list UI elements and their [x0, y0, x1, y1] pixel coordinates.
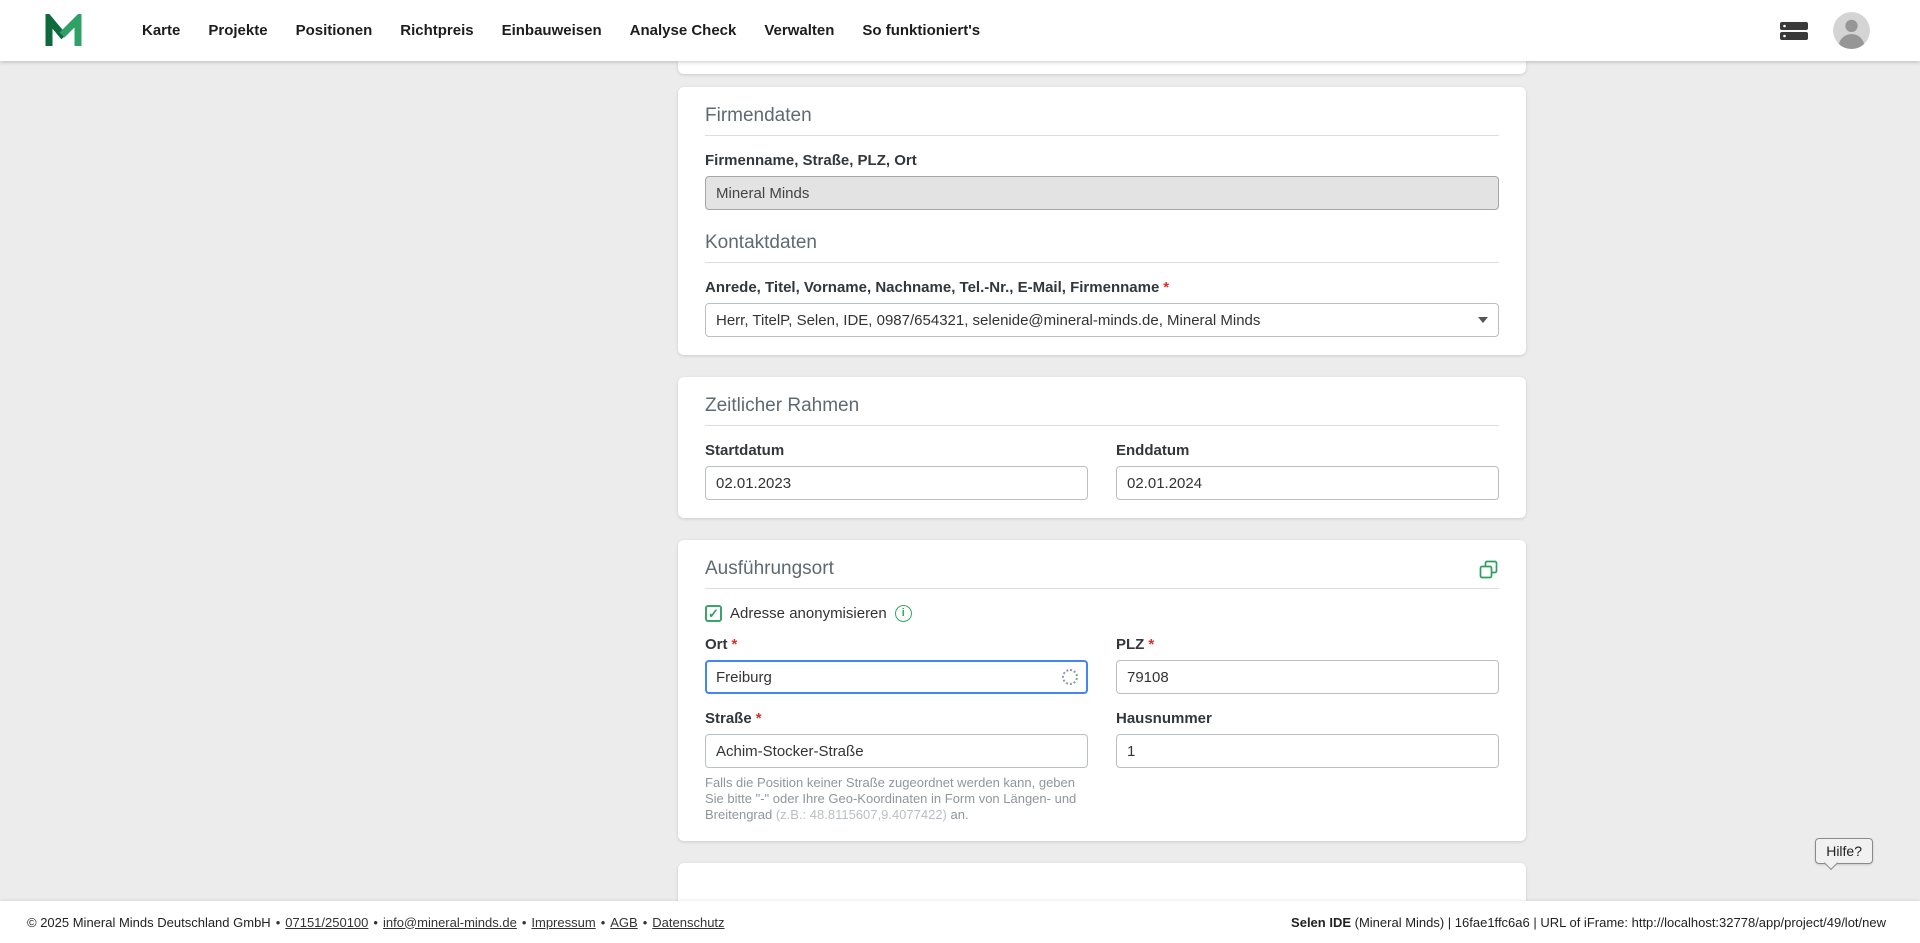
company-field: Firmenname, Straße, PLZ, Ort [705, 152, 1499, 210]
hausnummer-label-text: Hausnummer [1116, 710, 1212, 727]
footer-link-agb[interactable]: AGB [610, 915, 637, 930]
anonymize-label: Adresse anonymisieren [730, 605, 887, 622]
logo-m-icon [44, 14, 84, 48]
nav-item-einbauweisen[interactable]: Einbauweisen [502, 22, 602, 39]
zeitlicher-rahmen-title: Zeitlicher Rahmen [705, 395, 1499, 426]
plz-input[interactable] [1116, 660, 1499, 694]
strasse-hausnummer-row: Straße* Falls die Position keiner Straße… [705, 710, 1499, 823]
nav-item-projekte[interactable]: Projekte [208, 22, 267, 39]
separator-dot: • [601, 915, 606, 930]
ort-field: Ort* [705, 636, 1088, 694]
footer-right: Selen IDE (Mineral Minds) | 16fae1ffc6a6… [1291, 915, 1886, 930]
person-icon [1833, 12, 1870, 49]
hint-example: (z.B.: 48.8115607,9.4077422) [776, 807, 947, 822]
ort-label: Ort* [705, 636, 1088, 653]
separator-dot: • [522, 915, 527, 930]
ausfuehrungsort-title: Ausführungsort [705, 558, 834, 580]
app-logo[interactable] [44, 12, 86, 50]
main-nav: Karte Projekte Positionen Richtpreis Ein… [142, 22, 980, 39]
firmendaten-title: Firmendaten [705, 105, 1499, 136]
footer-link-email[interactable]: info@mineral-minds.de [383, 915, 517, 930]
startdatum-input[interactable] [705, 466, 1088, 500]
hausnummer-field: Hausnummer [1116, 710, 1499, 823]
strasse-field: Straße* Falls die Position keiner Straße… [705, 710, 1088, 823]
card-firmendaten: Firmendaten Firmenname, Straße, PLZ, Ort… [678, 87, 1526, 355]
ort-label-text: Ort [705, 636, 728, 653]
date-row: Startdatum Enddatum [705, 442, 1499, 500]
hausnummer-input[interactable] [1116, 734, 1499, 768]
chevron-down-icon [1478, 317, 1488, 323]
main-content: Firmendaten Firmenname, Straße, PLZ, Ort… [678, 61, 1526, 907]
ide-label: Selen IDE [1291, 915, 1351, 930]
nav-item-analyse-check[interactable]: Analyse Check [630, 22, 737, 39]
hausnummer-label: Hausnummer [1116, 710, 1499, 727]
separator-dot: • [643, 915, 648, 930]
footer-link-datenschutz[interactable]: Datenschutz [652, 915, 724, 930]
nav-item-richtpreis[interactable]: Richtpreis [400, 22, 473, 39]
ausfuehrungsort-title-row: Ausführungsort [705, 558, 1499, 589]
card-zeitlicher-rahmen: Zeitlicher Rahmen Startdatum Enddatum [678, 377, 1526, 518]
copyright-text: © 2025 Mineral Minds Deutschland GmbH [27, 915, 271, 930]
separator-dot: • [276, 915, 281, 930]
startdatum-label: Startdatum [705, 442, 1088, 459]
footer-link-impressum[interactable]: Impressum [531, 915, 595, 930]
contact-field: Anrede, Titel, Vorname, Nachname, Tel.-N… [705, 279, 1499, 337]
hint-suffix: an. [947, 807, 969, 822]
nav-item-positionen[interactable]: Positionen [296, 22, 373, 39]
enddatum-input[interactable] [1116, 466, 1499, 500]
company-label: Firmenname, Straße, PLZ, Ort [705, 152, 1499, 169]
required-asterisk: * [756, 710, 762, 727]
ort-plz-row: Ort* PLZ* [705, 636, 1499, 694]
strasse-label: Straße* [705, 710, 1088, 727]
loading-spinner [1062, 669, 1078, 685]
enddatum-label-text: Enddatum [1116, 442, 1189, 459]
card-ausfuehrungsort: Ausführungsort ✓ Adresse anonymisieren i… [678, 540, 1526, 841]
top-navbar: Karte Projekte Positionen Richtpreis Ein… [0, 0, 1920, 61]
nav-item-verwalten[interactable]: Verwalten [764, 22, 834, 39]
checkmark-icon: ✓ [708, 607, 719, 620]
card-partial-top [678, 61, 1526, 74]
enddatum-field: Enddatum [1116, 442, 1499, 500]
footer-link-phone[interactable]: 07151/250100 [285, 915, 368, 930]
copy-icon[interactable] [1478, 559, 1499, 580]
server-icon[interactable] [1779, 20, 1809, 42]
kontaktdaten-title: Kontaktdaten [705, 232, 1499, 263]
ort-input[interactable] [705, 660, 1088, 694]
contact-label: Anrede, Titel, Vorname, Nachname, Tel.-N… [705, 279, 1499, 296]
company-label-text: Firmenname, Straße, PLZ, Ort [705, 152, 917, 169]
strasse-label-text: Straße [705, 710, 752, 727]
enddatum-label: Enddatum [1116, 442, 1499, 459]
contact-label-text: Anrede, Titel, Vorname, Nachname, Tel.-N… [705, 279, 1159, 296]
contact-select[interactable]: Herr, TitelP, Selen, IDE, 0987/654321, s… [705, 303, 1499, 337]
required-asterisk: * [1148, 636, 1154, 653]
user-avatar[interactable] [1833, 12, 1870, 49]
footer-left: © 2025 Mineral Minds Deutschland GmbH • … [27, 915, 725, 930]
startdatum-label-text: Startdatum [705, 442, 784, 459]
nav-item-karte[interactable]: Karte [142, 22, 180, 39]
anonymize-row: ✓ Adresse anonymisieren i [705, 605, 1499, 622]
ide-info: (Mineral Minds) | 16fae1ffc6a6 | URL of … [1351, 915, 1886, 930]
strasse-input[interactable] [705, 734, 1088, 768]
footer: © 2025 Mineral Minds Deutschland GmbH • … [0, 901, 1920, 943]
required-asterisk: * [732, 636, 738, 653]
required-asterisk: * [1163, 279, 1169, 296]
navbar-right [1779, 12, 1870, 49]
info-icon[interactable]: i [895, 605, 912, 622]
separator-dot: • [373, 915, 378, 930]
plz-field: PLZ* [1116, 636, 1499, 694]
strasse-hint: Falls die Position keiner Straße zugeord… [705, 775, 1088, 823]
contact-select-value: Herr, TitelP, Selen, IDE, 0987/654321, s… [716, 312, 1260, 329]
plz-label-text: PLZ [1116, 636, 1144, 653]
startdatum-field: Startdatum [705, 442, 1088, 500]
ort-input-wrap [705, 660, 1088, 694]
plz-label: PLZ* [1116, 636, 1499, 653]
help-button[interactable]: Hilfe? [1815, 838, 1873, 864]
anonymize-checkbox[interactable]: ✓ [705, 605, 722, 622]
nav-item-so-funktionierts[interactable]: So funktioniert's [862, 22, 980, 39]
company-input [705, 176, 1499, 210]
